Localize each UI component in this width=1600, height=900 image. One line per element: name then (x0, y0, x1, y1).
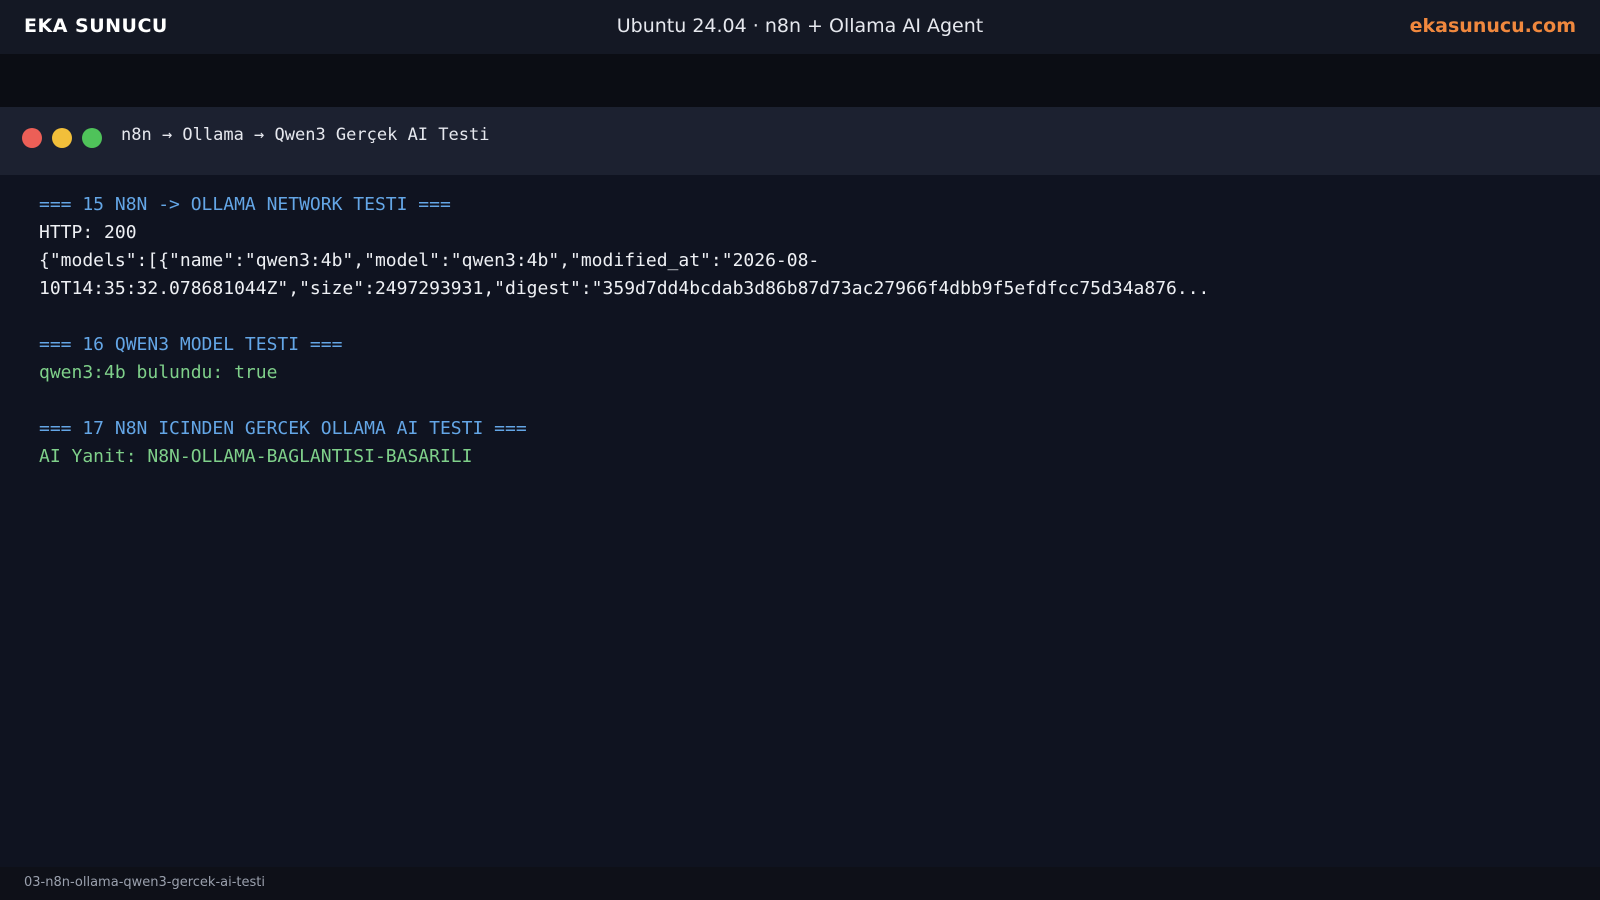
terminal-line-json-2: 10T14:35:32.078681044Z","size":249729393… (39, 278, 1210, 299)
top-header: EKA SUNUCU Ubuntu 24.04 · n8n + Ollama A… (0, 0, 1600, 54)
maximize-window-button[interactable] (82, 128, 102, 148)
site-link[interactable]: ekasunucu.com (1410, 15, 1576, 37)
window-titlebar: n8n → Ollama → Qwen3 Gerçek AI Testi (0, 107, 1600, 175)
terminal-line-ai-response: AI Yanit: N8N-OLLAMA-BAGLANTISI-BASARILI (39, 446, 473, 467)
terminal-line-http-status: HTTP: 200 (39, 222, 137, 243)
minimize-window-button[interactable] (52, 128, 72, 148)
terminal-line-section-15: === 15 N8N -> OLLAMA NETWORK TESTI === (39, 194, 451, 215)
terminal-line-section-16: === 16 QWEN3 MODEL TESTI === (39, 334, 343, 355)
close-window-button[interactable] (22, 128, 42, 148)
terminal-line-json-1: {"models":[{"name":"qwen3:4b","model":"q… (39, 250, 820, 271)
terminal-output[interactable]: === 15 N8N -> OLLAMA NETWORK TESTI === H… (39, 191, 1569, 471)
footer-caption: 03-n8n-ollama-qwen3-gercek-ai-testi (24, 875, 265, 890)
window-title: n8n → Ollama → Qwen3 Gerçek AI Testi (121, 125, 490, 145)
page-title: Ubuntu 24.04 · n8n + Ollama AI Agent (616, 15, 984, 37)
terminal-line-section-17: === 17 N8N ICINDEN GERCEK OLLAMA AI TEST… (39, 418, 527, 439)
footer-bar: 03-n8n-ollama-qwen3-gercek-ai-testi (0, 867, 1600, 900)
terminal-line-model-found: qwen3:4b bulundu: true (39, 362, 278, 383)
terminal-window: n8n → Ollama → Qwen3 Gerçek AI Testi ===… (0, 107, 1600, 867)
